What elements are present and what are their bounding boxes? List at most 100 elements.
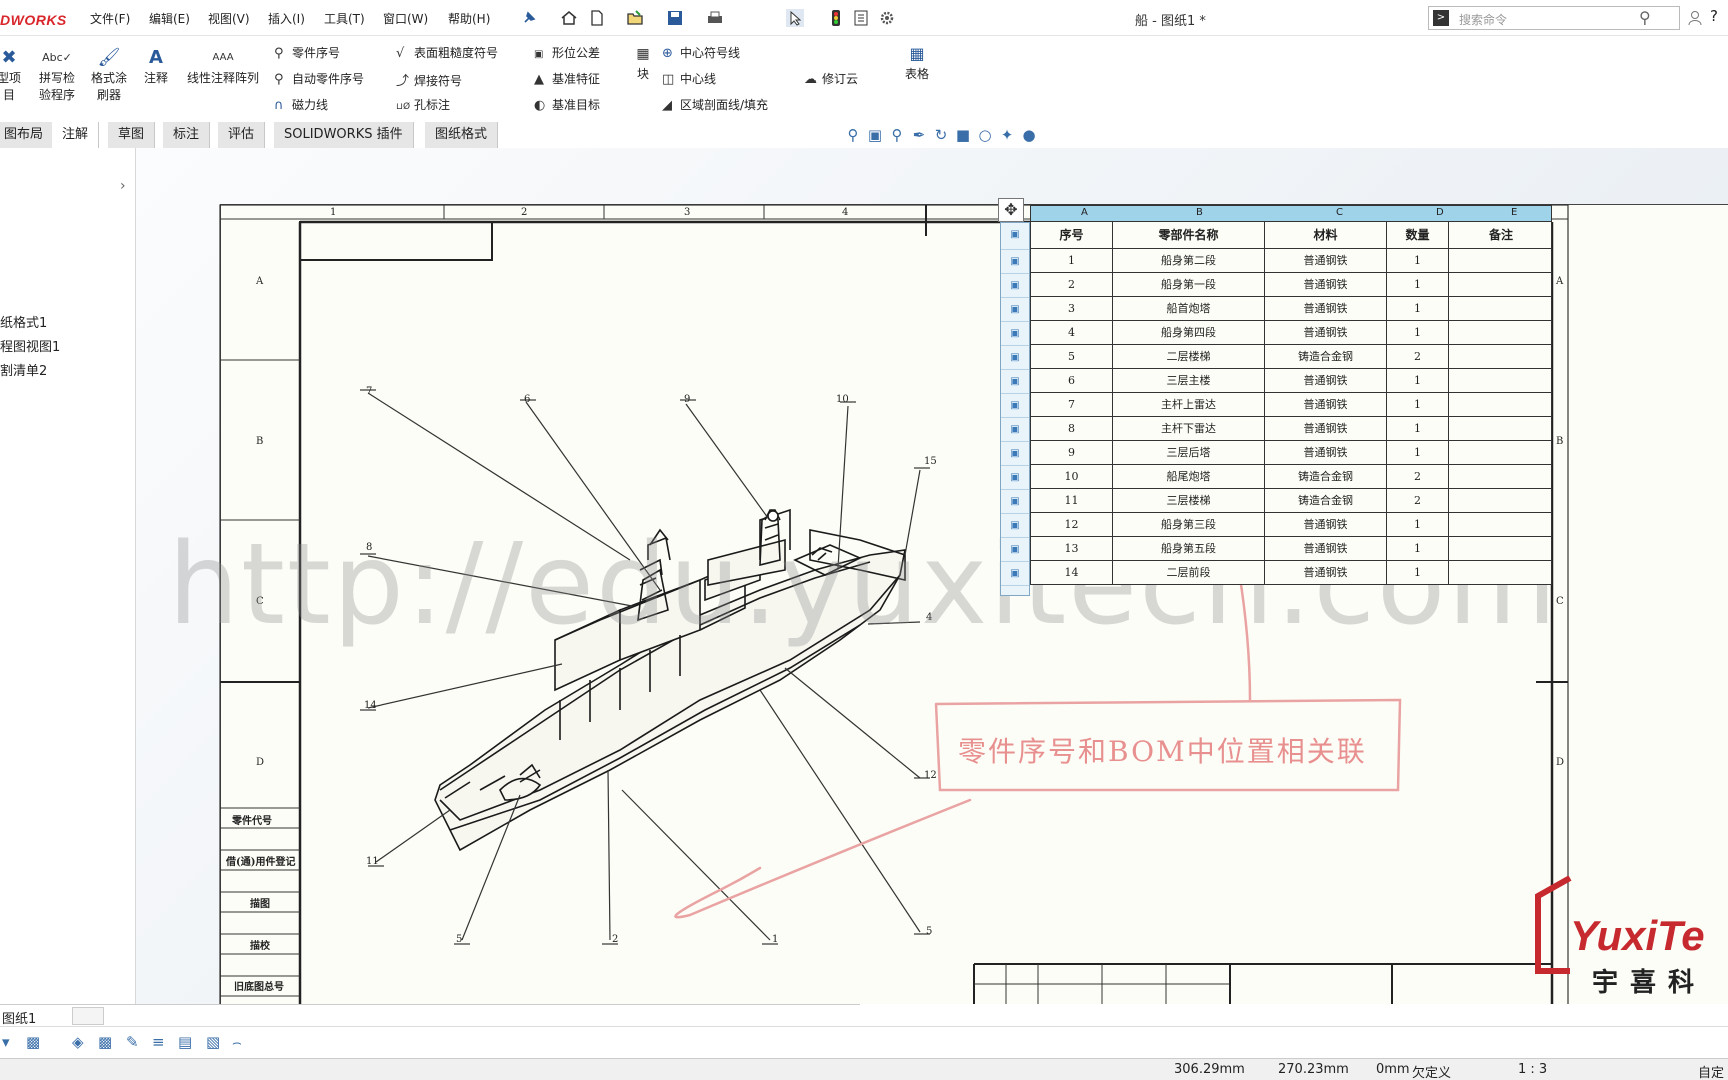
table-cell[interactable]: 船尾炮塔 bbox=[1113, 465, 1265, 489]
row-select-icon[interactable]: ▣ bbox=[1001, 490, 1029, 514]
table-row[interactable]: 7 主杆上雷达 普通钢铁 1 bbox=[1030, 393, 1552, 417]
table-row[interactable]: 9 三层后塔 普通钢铁 1 bbox=[1030, 441, 1552, 465]
grid-snap-icon[interactable]: ⌢ bbox=[232, 1033, 242, 1051]
table-cell[interactable]: 1 bbox=[1387, 369, 1449, 393]
balloon[interactable]: 7 bbox=[366, 386, 372, 397]
balloon[interactable]: 12 bbox=[924, 770, 937, 781]
row-select-icon[interactable]: ▣ bbox=[1001, 418, 1029, 442]
table-row[interactable]: 4 船身第四段 普通钢铁 1 bbox=[1030, 321, 1552, 345]
table-cell[interactable] bbox=[1449, 249, 1553, 273]
balloon[interactable]: 15 bbox=[924, 456, 937, 467]
row-select-icon[interactable]: ▣ bbox=[1001, 562, 1029, 586]
bom-header-cell[interactable]: 备注 bbox=[1449, 222, 1553, 248]
balloon[interactable]: 5 bbox=[456, 934, 462, 945]
dropdown-icon[interactable]: ▾ bbox=[2, 1033, 10, 1051]
table-row[interactable]: 2 船身第一段 普通钢铁 1 bbox=[1030, 273, 1552, 297]
table-cell[interactable] bbox=[1449, 513, 1553, 537]
table-cell[interactable]: 5 bbox=[1031, 345, 1113, 369]
table-cell[interactable]: 1 bbox=[1387, 321, 1449, 345]
balloon[interactable]: 5 bbox=[926, 926, 932, 937]
table-cell[interactable]: 普通钢铁 bbox=[1265, 273, 1387, 297]
table-cell[interactable]: 7 bbox=[1031, 393, 1113, 417]
row-select-icon[interactable]: ▣ bbox=[1001, 274, 1029, 298]
table-cell[interactable]: 2 bbox=[1387, 465, 1449, 489]
row-select-icon[interactable]: ▣ bbox=[1001, 394, 1029, 418]
table-cell[interactable]: 三层主楼 bbox=[1113, 369, 1265, 393]
row-select-icon[interactable]: ▣ bbox=[1001, 223, 1029, 250]
hide-edges-icon[interactable]: ▧ bbox=[206, 1033, 220, 1051]
table-cell[interactable] bbox=[1449, 561, 1553, 585]
table-cell[interactable] bbox=[1449, 441, 1553, 465]
row-select-icon[interactable]: ▣ bbox=[1001, 346, 1029, 370]
table-cell[interactable] bbox=[1449, 417, 1553, 441]
table-cell[interactable]: 2 bbox=[1387, 489, 1449, 513]
layer-icon[interactable]: ▩ bbox=[26, 1033, 40, 1051]
layer-props-icon[interactable]: ▩ bbox=[98, 1033, 112, 1051]
table-row[interactable]: 13 船身第五段 普通钢铁 1 bbox=[1030, 537, 1552, 561]
bom-col-letter[interactable]: B bbox=[1196, 207, 1203, 218]
table-cell[interactable]: 1 bbox=[1387, 561, 1449, 585]
row-select-icon[interactable]: ▣ bbox=[1001, 514, 1029, 538]
table-cell[interactable]: 船首炮塔 bbox=[1113, 297, 1265, 321]
balloon[interactable]: 14 bbox=[364, 700, 377, 711]
table-cell[interactable]: 2 bbox=[1031, 273, 1113, 297]
table-cell[interactable]: 1 bbox=[1387, 273, 1449, 297]
table-cell[interactable]: 6 bbox=[1031, 369, 1113, 393]
table-cell[interactable]: 普通钢铁 bbox=[1265, 417, 1387, 441]
table-cell[interactable]: 8 bbox=[1031, 417, 1113, 441]
table-cell[interactable] bbox=[1449, 489, 1553, 513]
table-cell[interactable] bbox=[1449, 321, 1553, 345]
table-cell[interactable]: 1 bbox=[1387, 441, 1449, 465]
pen-icon[interactable]: ✎ bbox=[126, 1033, 139, 1051]
table-row[interactable]: 11 三层楼梯 铸造合金钢 2 bbox=[1030, 489, 1552, 513]
bom-col-letter[interactable]: E bbox=[1511, 207, 1517, 218]
table-cell[interactable]: 普通钢铁 bbox=[1265, 441, 1387, 465]
row-select-icon[interactable]: ▣ bbox=[1001, 298, 1029, 322]
table-cell[interactable]: 14 bbox=[1031, 561, 1113, 585]
table-row[interactable]: 5 二层楼梯 铸造合金钢 2 bbox=[1030, 345, 1552, 369]
table-cell[interactable]: 1 bbox=[1387, 393, 1449, 417]
table-cell[interactable]: 普通钢铁 bbox=[1265, 297, 1387, 321]
table-cell[interactable]: 船身第二段 bbox=[1113, 249, 1265, 273]
table-cell[interactable]: 普通钢铁 bbox=[1265, 393, 1387, 417]
table-cell[interactable]: 二层前段 bbox=[1113, 561, 1265, 585]
row-select-icon[interactable]: ▣ bbox=[1001, 466, 1029, 490]
table-cell[interactable]: 普通钢铁 bbox=[1265, 369, 1387, 393]
table-cell[interactable]: 三层后塔 bbox=[1113, 441, 1265, 465]
bom-header-cell[interactable]: 数量 bbox=[1387, 222, 1449, 248]
bom-col-letter[interactable]: C bbox=[1336, 207, 1343, 218]
table-cell[interactable]: 主杆下雷达 bbox=[1113, 417, 1265, 441]
table-cell[interactable]: 1 bbox=[1387, 417, 1449, 441]
table-cell[interactable] bbox=[1449, 369, 1553, 393]
table-cell[interactable]: 普通钢铁 bbox=[1265, 321, 1387, 345]
table-cell[interactable]: 11 bbox=[1031, 489, 1113, 513]
table-cell[interactable]: 4 bbox=[1031, 321, 1113, 345]
table-cell[interactable]: 铸造合金钢 bbox=[1265, 489, 1387, 513]
balloon[interactable]: 11 bbox=[366, 856, 379, 867]
sheet-tab-1[interactable]: 图纸1 bbox=[2, 1008, 36, 1027]
bom-col-letter[interactable]: D bbox=[1436, 207, 1444, 218]
table-cell[interactable]: 船身第五段 bbox=[1113, 537, 1265, 561]
line-thickness-icon[interactable]: ≡ bbox=[152, 1033, 165, 1051]
table-cell[interactable]: 铸造合金钢 bbox=[1265, 465, 1387, 489]
table-cell[interactable]: 1 bbox=[1387, 249, 1449, 273]
table-cell[interactable]: 1 bbox=[1387, 513, 1449, 537]
add-sheet-icon[interactable] bbox=[72, 1007, 104, 1025]
table-cell[interactable]: 12 bbox=[1031, 513, 1113, 537]
table-cell[interactable]: 1 bbox=[1031, 249, 1113, 273]
table-cell[interactable]: 10 bbox=[1031, 465, 1113, 489]
table-cell[interactable] bbox=[1449, 273, 1553, 297]
table-cell[interactable]: 9 bbox=[1031, 441, 1113, 465]
balloon[interactable]: 1 bbox=[772, 934, 778, 945]
table-row[interactable]: 8 主杆下雷达 普通钢铁 1 bbox=[1030, 417, 1552, 441]
table-cell[interactable]: 3 bbox=[1031, 297, 1113, 321]
table-row[interactable]: 1 船身第二段 普通钢铁 1 bbox=[1030, 249, 1552, 273]
table-cell[interactable]: 铸造合金钢 bbox=[1265, 345, 1387, 369]
table-cell[interactable] bbox=[1449, 465, 1553, 489]
table-cell[interactable]: 普通钢铁 bbox=[1265, 537, 1387, 561]
table-cell[interactable]: 普通钢铁 bbox=[1265, 561, 1387, 585]
table-row[interactable]: 12 船身第三段 普通钢铁 1 bbox=[1030, 513, 1552, 537]
table-row[interactable]: 3 船首炮塔 普通钢铁 1 bbox=[1030, 297, 1552, 321]
row-select-icon[interactable]: ▣ bbox=[1001, 442, 1029, 466]
table-cell[interactable] bbox=[1449, 393, 1553, 417]
